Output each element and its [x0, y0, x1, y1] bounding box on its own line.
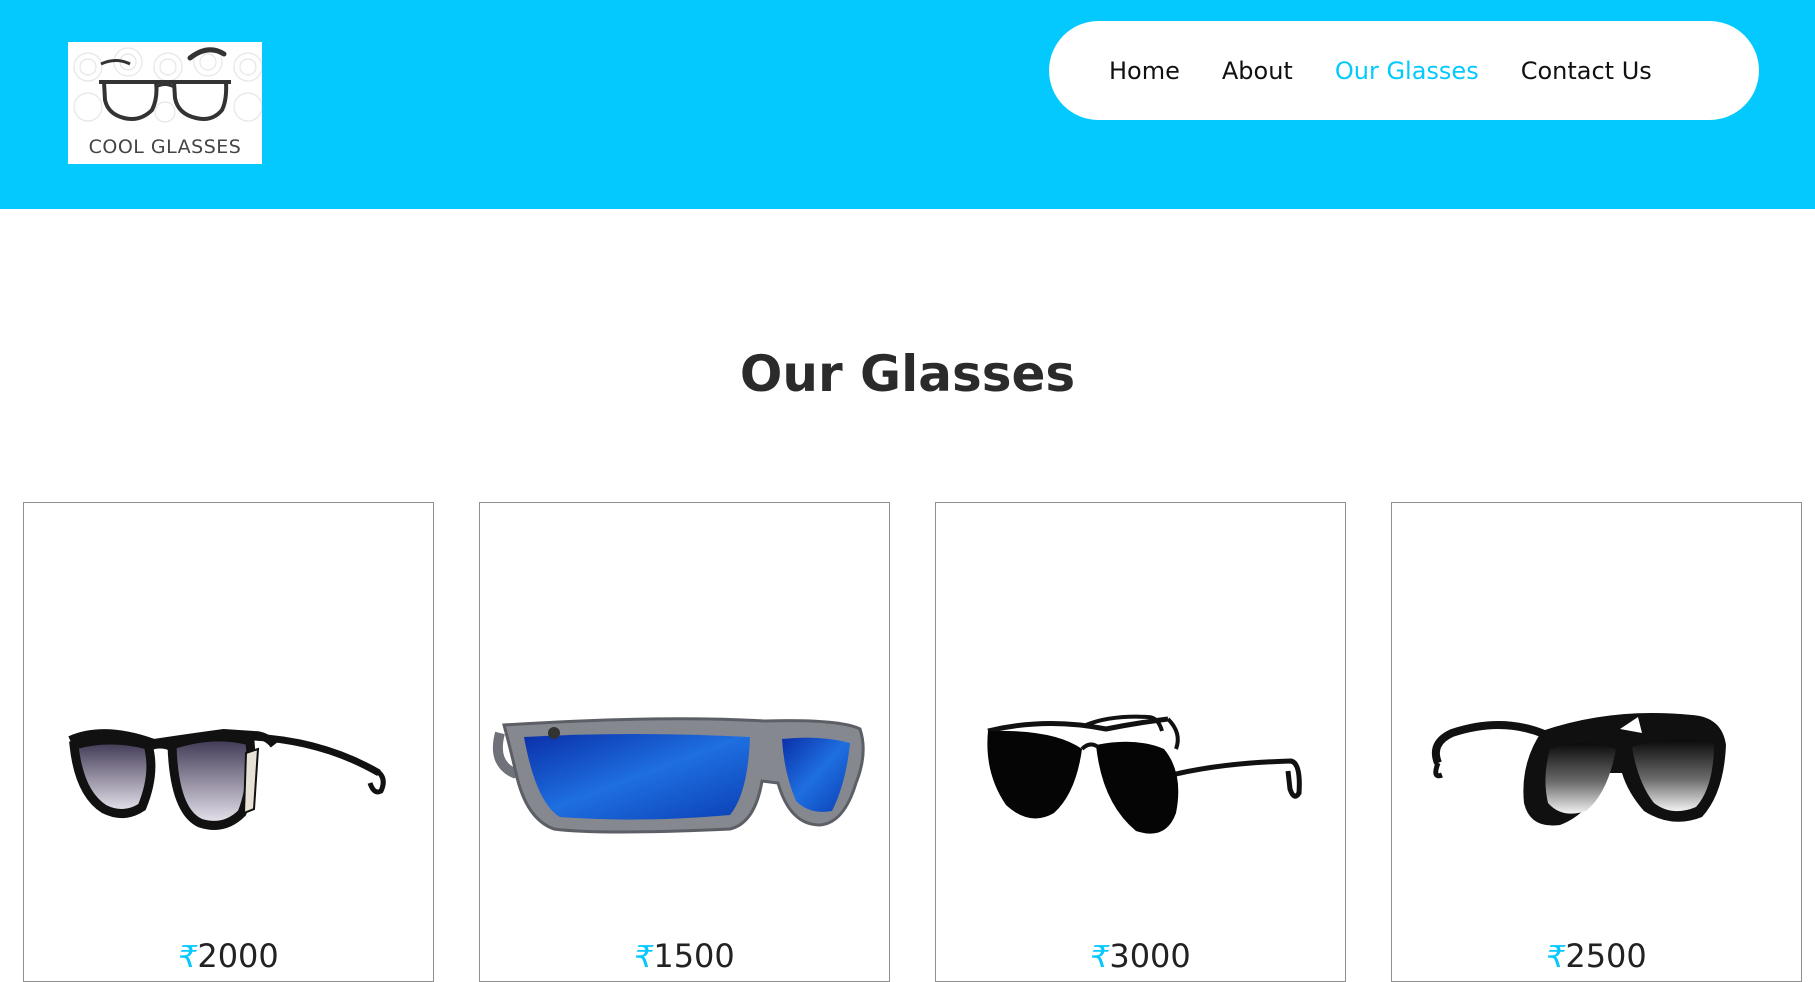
logo-text: COOL GLASSES [88, 136, 242, 158]
nav-link-home[interactable]: Home [1109, 57, 1180, 85]
product-card[interactable]: ₹3000 [935, 502, 1346, 982]
shield-sunglasses-icon [1431, 713, 1726, 826]
product-card[interactable]: ₹1500 [479, 502, 890, 982]
main-nav: Home About Our Glasses Contact Us [1049, 21, 1759, 120]
product-image[interactable] [480, 653, 889, 853]
product-price: ₹1500 [480, 937, 889, 975]
product-price: ₹2500 [1392, 937, 1801, 975]
blue-mirror-sunglasses-icon [492, 717, 865, 834]
currency-symbol: ₹ [634, 940, 654, 975]
currency-symbol: ₹ [1090, 940, 1110, 975]
nav-link-contact-us[interactable]: Contact Us [1521, 57, 1652, 85]
currency-symbol: ₹ [1546, 940, 1566, 975]
price-value: 2000 [197, 937, 279, 975]
product-image[interactable] [1392, 653, 1801, 853]
product-price: ₹2000 [24, 937, 433, 975]
brand-logo[interactable]: COOL GLASSES [68, 42, 262, 164]
nav-link-our-glasses[interactable]: Our Glasses [1335, 57, 1479, 85]
price-value: 3000 [1109, 937, 1191, 975]
section-title: Our Glasses [739, 345, 1076, 403]
price-value: 1500 [653, 937, 735, 975]
product-image[interactable] [936, 653, 1345, 853]
aviator-sunglasses-icon [987, 714, 1302, 834]
product-card[interactable]: ₹2500 [1391, 502, 1802, 982]
product-image[interactable] [24, 653, 433, 853]
nav-link-about[interactable]: About [1222, 57, 1293, 85]
site-header: COOL GLASSES Home About Our Glasses Cont… [0, 0, 1815, 209]
currency-symbol: ₹ [178, 940, 198, 975]
product-card[interactable]: ₹2000 [23, 502, 434, 982]
product-price: ₹3000 [936, 937, 1345, 975]
price-value: 2500 [1565, 937, 1647, 975]
cat-eye-sunglasses-icon [68, 728, 386, 830]
